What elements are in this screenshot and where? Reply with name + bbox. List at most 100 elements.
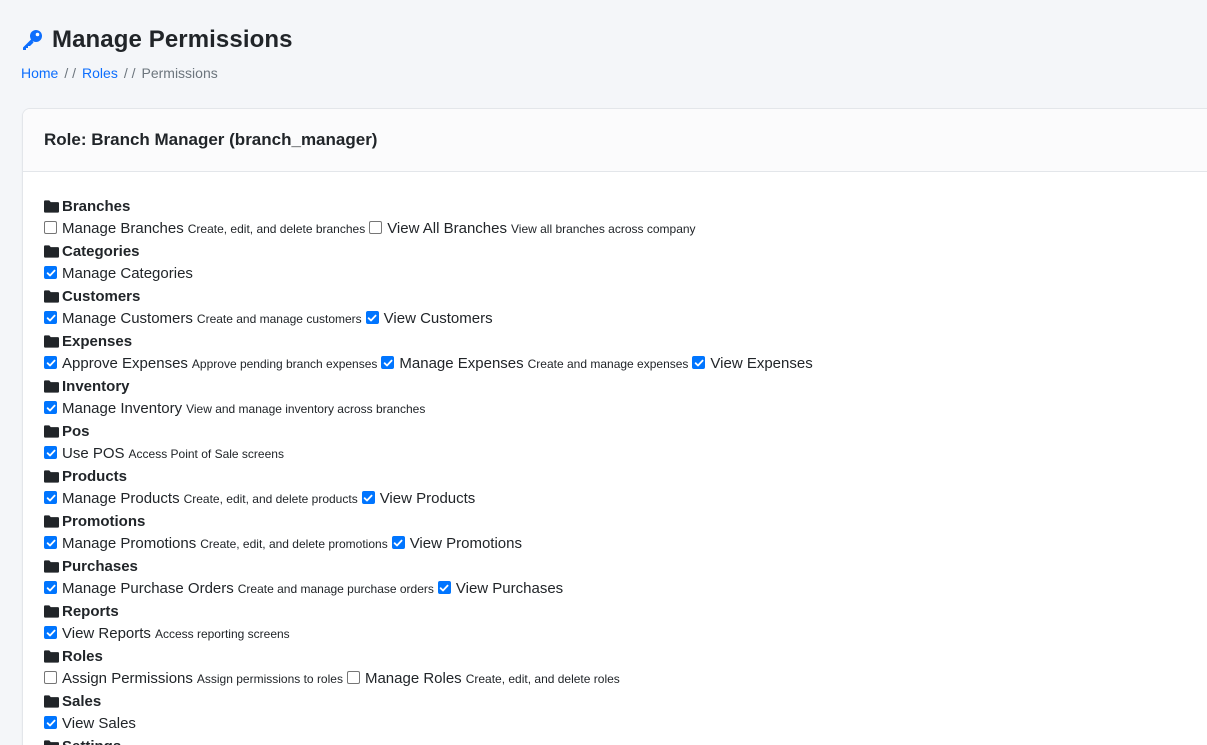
permission-item[interactable]: Manage Expenses Create and manage expense…	[381, 355, 688, 372]
permission-checkbox[interactable]	[44, 446, 57, 459]
permission-item[interactable]: Manage Roles Create, edit, and delete rol…	[346, 670, 620, 687]
permission-label: Use POS	[62, 445, 125, 462]
permission-checkbox[interactable]	[692, 356, 706, 369]
group-name: Inventory	[62, 377, 130, 395]
folder-icon	[44, 244, 59, 258]
permission-item[interactable]: Approve Expenses Approve pending branch e…	[44, 355, 377, 372]
manage-permissions-page: Manage Permissions Home / / Roles / / Pe…	[0, 0, 1207, 745]
permission-label: View Reports	[62, 625, 151, 642]
permission-checkbox[interactable]	[369, 221, 383, 234]
permission-row: Manage Inventory View and manage inventor…	[44, 397, 1207, 420]
permission-item[interactable]: Manage Inventory View and manage inventor…	[44, 400, 425, 417]
breadcrumb-separator: / /	[123, 65, 136, 81]
permission-label: Manage Customers	[62, 310, 193, 327]
permission-label: Assign Permissions	[62, 670, 193, 687]
permission-checkbox[interactable]	[44, 311, 57, 324]
permission-item[interactable]: View Promotions	[391, 535, 522, 552]
key-icon	[20, 28, 44, 52]
permission-item[interactable]: Manage Promotions Create, edit, and delet…	[44, 535, 388, 552]
permission-group-sales: Sales	[44, 690, 1207, 712]
title-row: Manage Permissions	[20, 24, 293, 56]
permission-checkbox[interactable]	[437, 581, 451, 594]
permission-item[interactable]: Use POS Access Point of Sale screens	[44, 445, 284, 462]
permission-label: Manage Categories	[62, 265, 193, 282]
permission-checkbox[interactable]	[44, 536, 57, 549]
permission-item[interactable]: Manage Branches Create, edit, and delete …	[44, 220, 365, 237]
folder-icon	[44, 649, 59, 663]
permission-label: View Promotions	[409, 535, 522, 552]
permission-label: View Sales	[62, 715, 136, 732]
breadcrumb-separator: / /	[64, 65, 77, 81]
folder-icon	[44, 694, 59, 708]
breadcrumb-current: Permissions	[141, 65, 218, 81]
permission-group-customers: Customers	[44, 285, 1207, 307]
permission-checkbox[interactable]	[44, 356, 57, 369]
permission-item[interactable]: View Expenses	[692, 355, 813, 372]
permission-description: Access Point of Sale screens	[128, 446, 284, 461]
permission-description: Create, edit, and delete products	[183, 491, 358, 506]
group-name: Roles	[62, 647, 103, 665]
folder-icon	[44, 559, 59, 573]
permission-label: Approve Expenses	[62, 355, 188, 372]
permission-row: View Sales	[44, 712, 1207, 735]
permission-group-pos: Pos	[44, 420, 1207, 442]
group-name: Products	[62, 467, 128, 485]
permission-item[interactable]: View Products	[361, 490, 476, 507]
group-name: Sales	[62, 692, 102, 710]
permission-checkbox[interactable]	[44, 581, 57, 594]
permission-description: Create, edit, and delete branches	[187, 221, 366, 236]
breadcrumb-roles-link[interactable]: Roles	[82, 65, 118, 81]
permission-checkbox[interactable]	[365, 311, 379, 324]
permission-checkbox[interactable]	[391, 536, 405, 549]
permission-checkbox[interactable]	[44, 716, 57, 729]
permission-label: Manage Promotions	[62, 535, 197, 552]
permission-description: Assign permissions to roles	[196, 671, 343, 686]
permission-label: View All Branches	[387, 220, 507, 237]
permission-description: Create, edit, and delete roles	[465, 671, 620, 686]
permission-checkbox[interactable]	[346, 671, 360, 684]
permission-item[interactable]: Assign Permissions Assign permissions to …	[44, 670, 343, 687]
permission-checkbox[interactable]	[44, 491, 57, 504]
permission-item[interactable]: View Reports Access reporting screens	[44, 625, 290, 642]
page-title: Manage Permissions	[52, 26, 293, 53]
permission-checkbox[interactable]	[361, 491, 375, 504]
permission-item[interactable]: View Sales	[44, 715, 136, 732]
group-name: Branches	[62, 197, 131, 215]
permission-label: View Purchases	[455, 580, 564, 597]
permission-row: Manage Branches Create, edit, and delete …	[44, 217, 1207, 240]
permission-item[interactable]: Manage Purchase Orders Create and manage …	[44, 580, 434, 597]
permission-checkbox[interactable]	[44, 626, 57, 639]
permission-group-branches: Branches	[44, 195, 1207, 217]
permission-checkbox[interactable]	[44, 221, 57, 234]
group-name: Reports	[62, 602, 119, 620]
permission-item[interactable]: View All Branches View all branches acros…	[369, 220, 696, 237]
permission-item[interactable]: Manage Categories	[44, 265, 193, 282]
permission-row: Approve Expenses Approve pending branch e…	[44, 352, 1207, 375]
permission-checkbox[interactable]	[44, 671, 57, 684]
permission-checkbox[interactable]	[44, 266, 57, 279]
permission-description: View all branches across company	[511, 221, 696, 236]
permission-label: Manage Products	[62, 490, 180, 507]
permission-item[interactable]: View Customers	[365, 310, 493, 327]
permission-label: Manage Branches	[62, 220, 184, 237]
group-name: Purchases	[62, 557, 138, 575]
permission-item[interactable]: View Purchases	[437, 580, 564, 597]
permission-item[interactable]: Manage Products Create, edit, and delete …	[44, 490, 358, 507]
permission-item[interactable]: Manage Customers Create and manage custom…	[44, 310, 362, 327]
permission-description: Access reporting screens	[154, 626, 290, 641]
permission-description: Approve pending branch expenses	[191, 356, 378, 371]
folder-icon	[44, 289, 59, 303]
permission-description: Create and manage customers	[196, 311, 362, 326]
breadcrumb-home-link[interactable]: Home	[21, 65, 58, 81]
permission-group-purchases: Purchases	[44, 555, 1207, 577]
permission-label: Manage Purchase Orders	[62, 580, 234, 597]
permission-label: Manage Expenses	[399, 355, 524, 372]
permission-description: Create and manage purchase orders	[237, 581, 434, 596]
permission-label: Manage Roles	[364, 670, 462, 687]
permission-label: View Products	[379, 490, 476, 507]
group-name: Settings	[62, 738, 121, 745]
group-name: Categories	[62, 242, 140, 260]
permission-checkbox[interactable]	[381, 356, 395, 369]
permission-group-products: Products	[44, 465, 1207, 487]
permission-checkbox[interactable]	[44, 401, 57, 414]
